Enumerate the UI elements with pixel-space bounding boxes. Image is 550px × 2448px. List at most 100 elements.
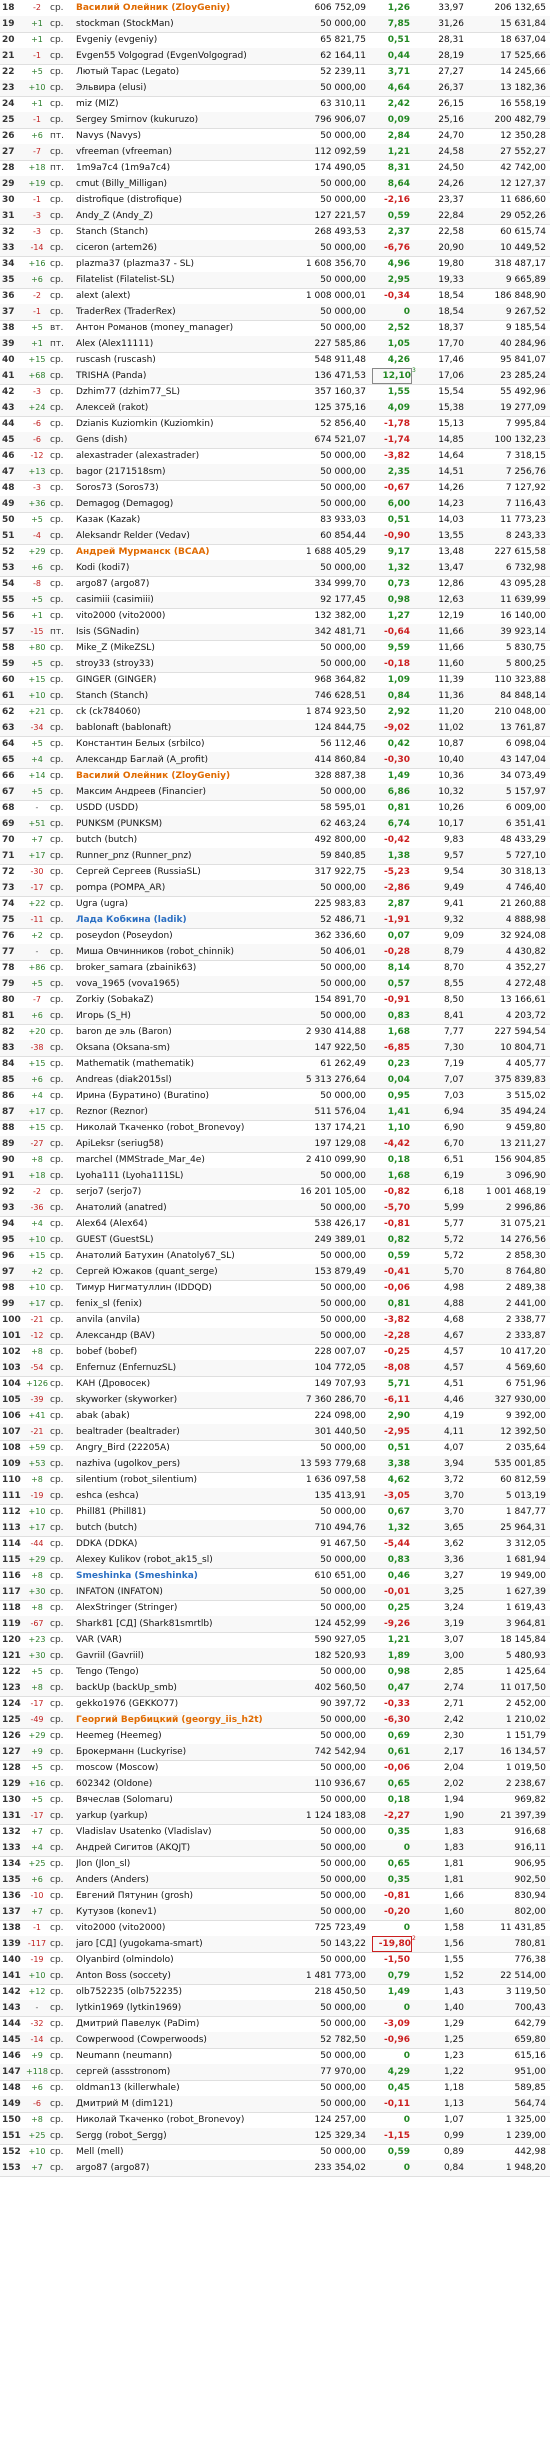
participant-name-link[interactable]: Брокерманн (Luckyrise) (76, 1744, 298, 1760)
participant-name-link[interactable]: 1m9a7c4 (1m9a7c4) (76, 160, 298, 176)
participant-name-link[interactable]: argo87 (argo87) (76, 2160, 298, 2176)
participant-name-link[interactable]: cmut (Billy_Milligan) (76, 176, 298, 192)
participant-name-link[interactable]: TraderRex (TraderRex) (76, 304, 298, 320)
participant-name-link[interactable]: Enfernuz (EnfernuzSL) (76, 1360, 298, 1376)
participant-name-link[interactable]: oldman13 (killerwhale) (76, 2080, 298, 2096)
participant-name-link[interactable]: Василий Олейник (ZloyGeniy) (76, 768, 298, 784)
participant-name-link[interactable]: olb752235 (olb752235) (76, 1984, 298, 2000)
participant-name-link[interactable]: Angry_Bird (22205A) (76, 1440, 298, 1456)
participant-name-link[interactable]: Oksana (Oksana-sm) (76, 1040, 298, 1056)
participant-name-link[interactable]: lytkin1969 (lytkin1969) (76, 2000, 298, 2016)
participant-name-link[interactable]: Кутузов (konev1) (76, 1904, 298, 1920)
participant-name-link[interactable]: Neumann (neumann) (76, 2048, 298, 2064)
participant-name-link[interactable]: GUEST (GuestSL) (76, 1232, 298, 1248)
participant-name-link[interactable]: butch (butch) (76, 832, 298, 848)
participant-name-link[interactable]: Mathematik (mathematik) (76, 1056, 298, 1072)
participant-name-link[interactable]: Runner_pnz (Runner_pnz) (76, 848, 298, 864)
participant-name-link[interactable]: Mike_Z (MikeZSL) (76, 640, 298, 656)
participant-name-link[interactable]: Эльвира (elusi) (76, 80, 298, 96)
participant-name-link[interactable]: PUNKSM (PUNKSM) (76, 816, 298, 832)
participant-name-link[interactable]: Phill81 (Phill81) (76, 1504, 298, 1520)
participant-name-link[interactable]: Stanch (Stanch) (76, 688, 298, 704)
participant-name-link[interactable]: Andreas (diak2015sl) (76, 1072, 298, 1088)
participant-name-link[interactable]: Василий Олейник (ZloyGeniy) (76, 0, 298, 16)
participant-name-link[interactable]: silentium (robot_silentium) (76, 1472, 298, 1488)
participant-name-link[interactable]: gekko1976 (GEKKO77) (76, 1696, 298, 1712)
participant-name-link[interactable]: Anders (Anders) (76, 1872, 298, 1888)
participant-name-link[interactable]: Антон Романов (money_manager) (76, 320, 298, 336)
participant-name-link[interactable]: Лютый Тарас (Legato) (76, 64, 298, 80)
participant-name-link[interactable]: yarkup (yarkup) (76, 1808, 298, 1824)
participant-name-link[interactable]: Vladislav Usatenko (Vladislav) (76, 1824, 298, 1840)
participant-name-link[interactable]: Gens (dish) (76, 432, 298, 448)
participant-name-link[interactable]: INFATON (INFATON) (76, 1584, 298, 1600)
participant-name-link[interactable]: casimiii (casimiii) (76, 592, 298, 608)
participant-name-link[interactable]: serjo7 (serjo7) (76, 1184, 298, 1200)
participant-name-link[interactable]: vito2000 (vito2000) (76, 608, 298, 624)
participant-name-link[interactable]: Sergg (robot_Sergg) (76, 2128, 298, 2144)
participant-name-link[interactable]: Jlon (Jlon_sl) (76, 1856, 298, 1872)
participant-name-link[interactable]: ck (ck784060) (76, 704, 298, 720)
participant-name-link[interactable]: Андрей Сигитов (AKQJT) (76, 1840, 298, 1856)
participant-name-link[interactable]: Николай Ткаченко (robot_Bronevoy) (76, 2112, 298, 2128)
participant-name-link[interactable]: Evgeniy (evgeniy) (76, 32, 298, 48)
participant-name-link[interactable]: bealtrader (bealtrader) (76, 1424, 298, 1440)
participant-name-link[interactable]: stockman (StockMan) (76, 16, 298, 32)
participant-name-link[interactable]: Mell (mell) (76, 2144, 298, 2160)
participant-name-link[interactable]: bagor (2171518sm) (76, 464, 298, 480)
participant-name-link[interactable]: alexastrader (alexastrader) (76, 448, 298, 464)
participant-name-link[interactable]: Heemeg (Heemeg) (76, 1728, 298, 1744)
participant-name-link[interactable]: AlexStringer (Stringer) (76, 1600, 298, 1616)
participant-name-link[interactable]: Andy_Z (Andy_Z) (76, 208, 298, 224)
participant-name-link[interactable]: Казак (Kazak) (76, 512, 298, 528)
participant-name-link[interactable]: Георгий Вербицкий (georgy_iis_h2t) (76, 1712, 298, 1728)
participant-name-link[interactable]: ciceron (artem26) (76, 240, 298, 256)
participant-name-link[interactable]: Александр Баглай (A_profit) (76, 752, 298, 768)
participant-name-link[interactable]: butch (butch) (76, 1520, 298, 1536)
participant-name-link[interactable]: anvila (anvila) (76, 1312, 298, 1328)
participant-name-link[interactable]: marchel (MMStrade_Mar_4e) (76, 1152, 298, 1168)
participant-name-link[interactable]: Filatelist (Filatelist-SL) (76, 272, 298, 288)
participant-name-link[interactable]: Тимур Нигматуллин (IDDQD) (76, 1280, 298, 1296)
participant-name-link[interactable]: Aleksandr Relder (Vedav) (76, 528, 298, 544)
participant-name-link[interactable]: skyworker (skyworker) (76, 1392, 298, 1408)
participant-name-link[interactable]: Stanch (Stanch) (76, 224, 298, 240)
participant-name-link[interactable]: Soros73 (Soros73) (76, 480, 298, 496)
participant-name-link[interactable]: Dzianis Kuziomkin (Kuziomkin) (76, 416, 298, 432)
participant-name-link[interactable]: Dzhim77 (dzhim77_SL) (76, 384, 298, 400)
participant-name-link[interactable]: Smeshinka (Smeshinka) (76, 1568, 298, 1584)
participant-name-link[interactable]: Максим Андреев (Financier) (76, 784, 298, 800)
participant-name-link[interactable]: vova_1965 (vova1965) (76, 976, 298, 992)
participant-name-link[interactable]: Navys (Navys) (76, 128, 298, 144)
participant-name-link[interactable]: ApiLeksr (seriug58) (76, 1136, 298, 1152)
participant-name-link[interactable]: Alex64 (Alex64) (76, 1216, 298, 1232)
participant-name-link[interactable]: pompa (POMPA_AR) (76, 880, 298, 896)
participant-name-link[interactable]: сергей (assstronom) (76, 2064, 298, 2080)
participant-name-link[interactable]: Zorkiy (SobakaZ) (76, 992, 298, 1008)
participant-name-link[interactable]: Anton Boss (soccety) (76, 1968, 298, 1984)
participant-name-link[interactable]: moscow (Moscow) (76, 1760, 298, 1776)
participant-name-link[interactable]: GINGER (GINGER) (76, 672, 298, 688)
participant-name-link[interactable]: Николай Ткаченко (robot_Bronevoy) (76, 1120, 298, 1136)
participant-name-link[interactable]: Reznor (Reznor) (76, 1104, 298, 1120)
participant-name-link[interactable]: fenix_sl (fenix) (76, 1296, 298, 1312)
participant-name-link[interactable]: bablonaft (bablonaft) (76, 720, 298, 736)
participant-name-link[interactable]: Сергей Сергеев (RussiaSL) (76, 864, 298, 880)
participant-name-link[interactable]: Ирина (Буратино) (Buratino) (76, 1088, 298, 1104)
participant-name-link[interactable]: distrofique (distrofique) (76, 192, 298, 208)
participant-name-link[interactable]: Александр (BAV) (76, 1328, 298, 1344)
participant-name-link[interactable]: DDKA (DDKA) (76, 1536, 298, 1552)
participant-name-link[interactable]: Анатолий Батухин (Anatoly67_SL) (76, 1248, 298, 1264)
participant-name-link[interactable]: nazhiva (ugolkov_pers) (76, 1456, 298, 1472)
participant-name-link[interactable]: miz (MIZ) (76, 96, 298, 112)
participant-name-link[interactable]: Константин Белых (srbilco) (76, 736, 298, 752)
participant-name-link[interactable]: alext (alext) (76, 288, 298, 304)
participant-name-link[interactable]: Ugra (ugra) (76, 896, 298, 912)
participant-name-link[interactable]: Alexey Kulikov (robot_ak15_sl) (76, 1552, 298, 1568)
participant-name-link[interactable]: Lyoha111 (Lyoha111SL) (76, 1168, 298, 1184)
participant-name-link[interactable]: broker_samara (zbainik63) (76, 960, 298, 976)
participant-name-link[interactable]: ruscash (ruscash) (76, 352, 298, 368)
participant-name-link[interactable]: Alex (Alex11111) (76, 336, 298, 352)
participant-name-link[interactable]: 602342 (Oldone) (76, 1776, 298, 1792)
participant-name-link[interactable]: Миша Овчинников (robot_chinnik) (76, 944, 298, 960)
